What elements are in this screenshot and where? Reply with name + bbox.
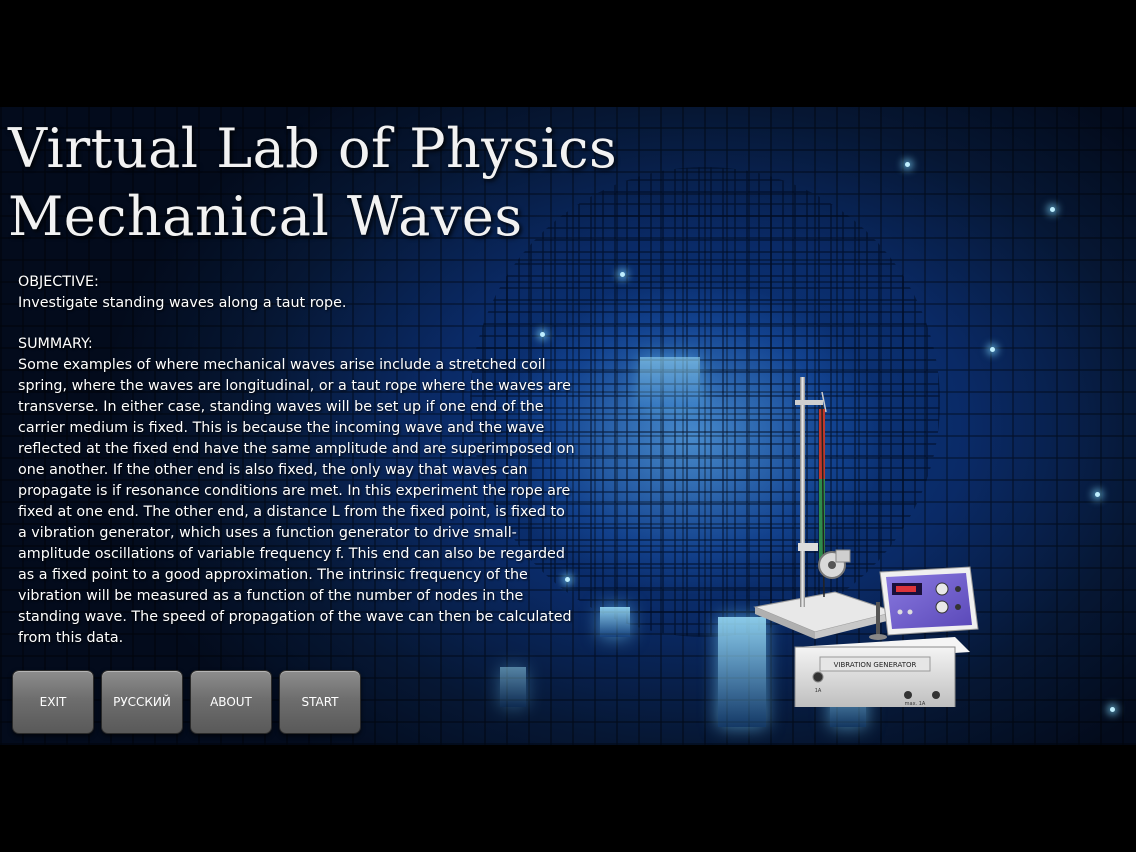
max-label: max. 1A xyxy=(905,701,926,707)
generator-label: VIBRATION GENERATOR xyxy=(834,661,917,669)
stand-base xyxy=(753,591,897,633)
spark xyxy=(905,162,910,167)
stand-rod xyxy=(800,377,805,607)
language-russian-button[interactable]: РУССКИЙ xyxy=(101,670,183,734)
main-screen: Virtual Lab of Physics Mechanical Waves … xyxy=(0,107,1136,745)
floor-light xyxy=(600,607,630,637)
title-line-1: Virtual Lab of Physics xyxy=(8,117,618,180)
spark xyxy=(620,272,625,277)
floor-light xyxy=(500,667,526,707)
objective-section: OBJECTIVE: Investigate standing waves al… xyxy=(18,272,578,314)
objective-text: Investigate standing waves along a taut … xyxy=(18,295,347,311)
objective-heading: OBJECTIVE: xyxy=(18,274,99,290)
floor-light xyxy=(640,357,700,407)
spark xyxy=(990,347,995,352)
exit-button[interactable]: EXIT xyxy=(12,670,94,734)
summary-section: SUMMARY: Some examples of where mechanic… xyxy=(18,334,578,649)
spark xyxy=(1095,492,1100,497)
about-button[interactable]: ABOUT xyxy=(190,670,272,734)
spark xyxy=(1050,207,1055,212)
menu-buttons: EXIT РУССКИЙ ABOUT START xyxy=(12,670,361,734)
title-line-2: Mechanical Waves xyxy=(8,185,523,248)
summary-heading: SUMMARY: xyxy=(18,336,93,352)
apparatus-illustration: VIBRATION GENERATOR 1A max. 1A xyxy=(753,377,979,707)
start-button[interactable]: START xyxy=(279,670,361,734)
function-generator-panel xyxy=(886,573,972,629)
spark xyxy=(1110,707,1115,712)
summary-text: Some examples of where mechanical waves … xyxy=(18,357,575,646)
input-label: 1A xyxy=(815,688,822,694)
